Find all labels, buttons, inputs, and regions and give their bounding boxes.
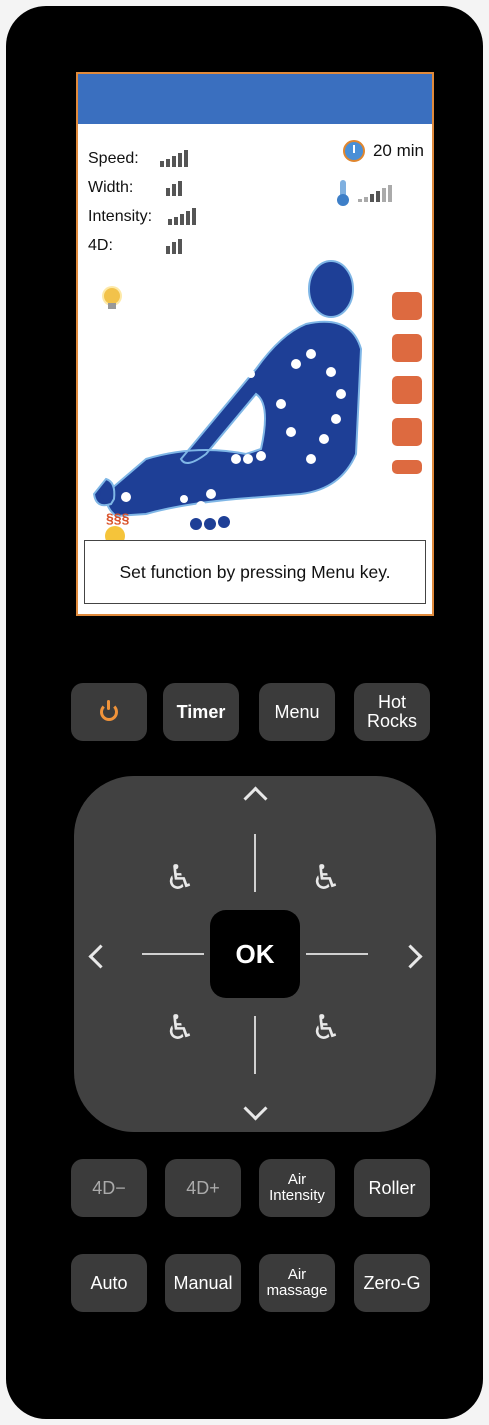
left-arrow-icon[interactable] [88, 944, 113, 969]
ok-button[interactable]: OK [210, 910, 300, 998]
temperature-display [337, 180, 392, 206]
air-massage-button[interactable]: Air massage [259, 1254, 335, 1312]
screen-header [78, 74, 432, 124]
settings-panel: Speed: Width: Intensity: 4D: [88, 144, 196, 260]
down-arrow-icon[interactable] [243, 1096, 268, 1121]
hot-rocks-label: Hot Rocks [366, 692, 417, 731]
divider-left [142, 953, 204, 955]
4d-plus-button[interactable]: 4D+ [165, 1159, 241, 1217]
menu-button[interactable]: Menu [259, 683, 335, 741]
intensity-label: Intensity: [88, 208, 153, 225]
seat-backward-icon[interactable]: ♿ [304, 1006, 348, 1050]
auto-button[interactable]: Auto [71, 1254, 147, 1312]
thermometer-icon [337, 180, 349, 206]
manual-button[interactable]: Manual [165, 1254, 241, 1312]
seat-forward-icon[interactable]: ♿ [158, 856, 202, 900]
air-intensity-button[interactable]: Air Intensity [259, 1159, 335, 1217]
intensity-setting: Intensity: [88, 202, 196, 231]
waist-icon [392, 376, 422, 404]
speed-label: Speed: [88, 150, 139, 167]
4d-minus-button[interactable]: 4D− [71, 1159, 147, 1217]
air-intensity-label: Air Intensity [269, 1171, 325, 1204]
heat-icon: §§§ [106, 510, 130, 526]
hot-rocks-button[interactable]: Hot Rocks [354, 683, 430, 741]
power-icon [100, 700, 118, 721]
4d-level-bars [166, 237, 182, 254]
temperature-level-bars [358, 185, 392, 202]
divider-right [306, 953, 368, 955]
seat-icon [392, 418, 422, 446]
zero-g-button[interactable]: Zero-G [354, 1254, 430, 1312]
timer-display: 20 min [342, 140, 424, 162]
back-icon [392, 334, 422, 362]
footrest-down-icon[interactable]: ♿ [158, 1006, 202, 1050]
air-massage-label: Air massage [266, 1266, 328, 1299]
massage-area-icons [392, 292, 422, 474]
divider-bottom [254, 1016, 256, 1074]
leg-icon [392, 460, 422, 474]
lcd-screen: Speed: Width: Intensity: 4D: 20 min §§§ … [76, 72, 434, 616]
neck-shoulder-icon [392, 292, 422, 320]
speed-setting: Speed: [88, 144, 188, 173]
intensity-level-bars [168, 208, 196, 225]
remote-control: Speed: Width: Intensity: 4D: 20 min §§§ … [6, 6, 483, 1419]
up-arrow-icon[interactable] [243, 786, 268, 811]
roller-button[interactable]: Roller [354, 1159, 430, 1217]
body-figure-illustration [92, 260, 363, 530]
divider-top [254, 834, 256, 892]
width-setting: Width: [88, 173, 182, 202]
timer-button[interactable]: Timer [163, 683, 239, 741]
recline-back-icon[interactable]: ♿ [304, 856, 348, 900]
power-button[interactable] [71, 683, 147, 741]
right-arrow-icon[interactable] [398, 944, 423, 969]
width-level-bars [166, 179, 182, 196]
direction-pad: ♿ ♿ ♿ ♿ OK [74, 776, 436, 1132]
status-message: Set function by pressing Menu key. [84, 540, 426, 604]
alarm-clock-icon [342, 140, 365, 162]
speed-level-bars [160, 150, 188, 167]
timer-value: 20 min [372, 141, 424, 160]
width-label: Width: [88, 179, 134, 196]
